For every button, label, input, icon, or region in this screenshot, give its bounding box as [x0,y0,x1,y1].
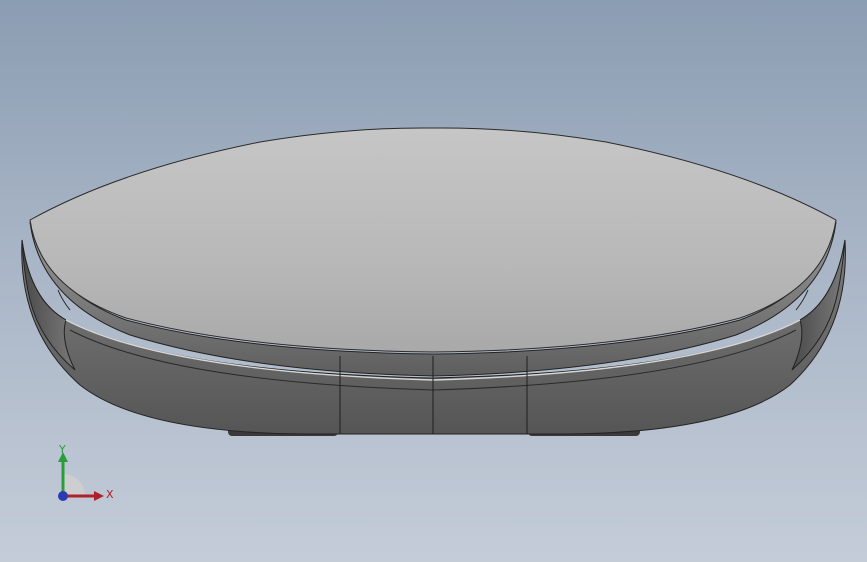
x-axis-label: X [106,488,114,501]
top-shell [29,127,837,353]
x-axis-arrow [94,491,104,501]
z-axis-dot [58,491,68,501]
axis-triad: Y X [58,443,114,501]
model-canvas[interactable] [0,0,867,562]
3d-viewport[interactable]: Y X [0,0,867,562]
y-axis-label: Y [58,443,66,456]
